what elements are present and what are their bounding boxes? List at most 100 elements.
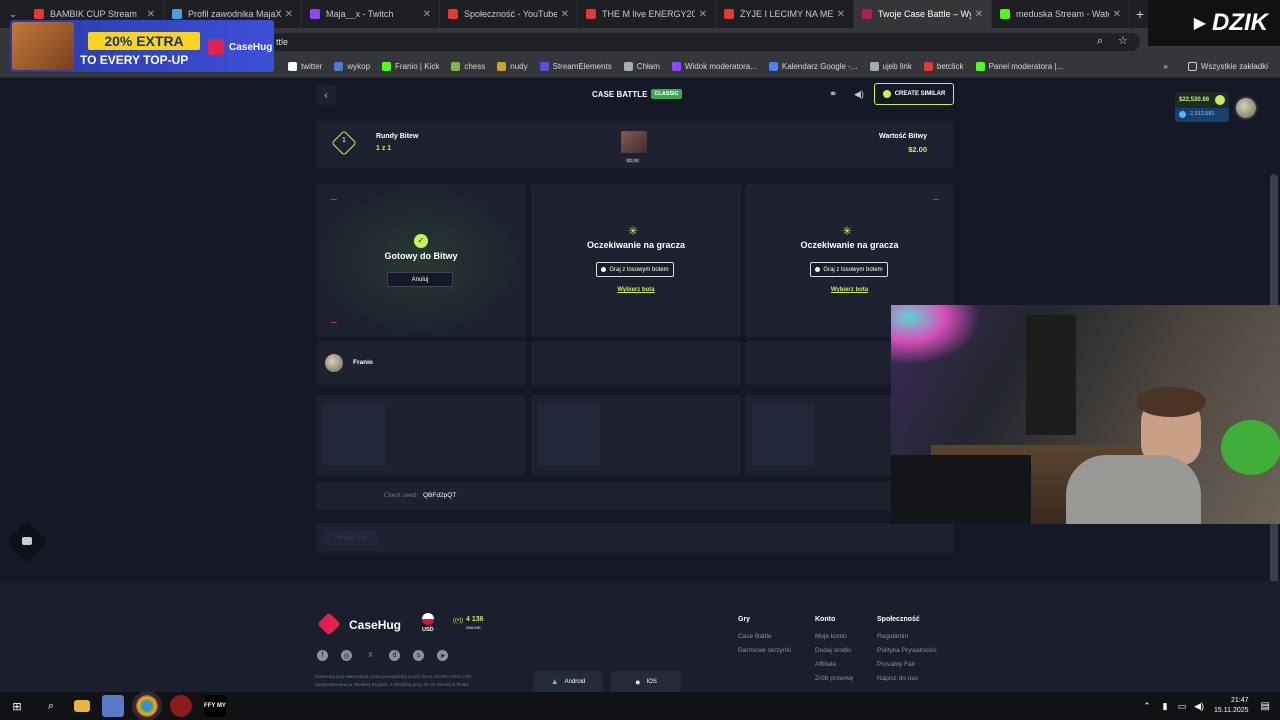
all-bookmarks[interactable]: Wszystkie zakładki [1187,62,1268,71]
footer-link[interactable]: Regulamin [877,633,957,640]
mode-badge: CLASSIC [651,89,682,99]
bookmarks-overflow-icon[interactable]: » [1163,62,1167,71]
browser-tab[interactable]: Społeczność - YouTube Studio ✕ [440,0,578,28]
tab-title: Twoje Case Battle – Wygr [878,9,971,19]
balance-value: $22,530.86 [1179,97,1210,103]
tab-close-icon[interactable]: ✕ [285,9,293,20]
windows-start-icon[interactable]: ⊞ [6,695,28,717]
choose-bot-link[interactable]: Wybierz bota [531,287,741,293]
bookmark-item[interactable]: Chłam [623,62,660,71]
usb-icon[interactable]: ▮ [1163,701,1168,712]
battle-value-label: Wartość Bitwy [879,133,927,140]
tab-close-icon[interactable]: ✕ [423,9,431,20]
footer-link[interactable]: Zrób przerwę [815,675,877,682]
obs-icon[interactable] [170,695,192,717]
currency[interactable]: USD [422,627,434,633]
tab-close-icon[interactable]: ✕ [699,9,707,20]
network-icon[interactable]: ▭ [1178,701,1187,712]
case-price: $2.00 [625,158,641,163]
tab-title: THE M live ENERGY2000 [602,9,695,19]
android-button[interactable]: ▲ Android [533,671,603,692]
ad-brand: CaseHug [229,42,273,53]
coins-row: 2,312,581 [1175,108,1229,122]
footer-col-community: Społeczność Regulamin Polityka Prywatnoś… [877,616,957,682]
ios-button[interactable]: ● IOS [611,671,681,692]
add-funds-icon[interactable] [1215,95,1225,105]
cancel-button[interactable]: Anuluj [387,272,453,287]
footer-link[interactable]: Dodaj środki [815,647,877,654]
bookmark-item[interactable]: Kalendarz Google -... [768,62,858,71]
footer-link[interactable]: Moje konto [815,633,877,640]
bookmark-favicon-icon [451,62,461,71]
tab-title: ŻYJE I LECIMY NA MEGA [740,9,833,19]
volume-icon[interactable]: ◀) [1194,701,1204,712]
chrome-icon[interactable] [136,695,158,717]
random-bot-button[interactable]: Graj z losowym botem [596,262,674,277]
bookmark-item[interactable]: wykop [334,62,370,71]
tab-close-icon[interactable]: ✕ [837,9,845,20]
bookmark-label: Chłam [636,62,660,71]
bookmark-item[interactable]: nudy [497,62,528,71]
create-similar-button[interactable]: CREATE SIMILAR [874,83,954,105]
link-icon[interactable]: ⚭ [829,89,837,100]
tray-chevron-icon[interactable]: ⌃ [1143,701,1151,712]
clock[interactable]: 21:47 15.11.2025 [1214,696,1249,716]
zoom-icon[interactable]: ⌕ [1097,35,1103,48]
discord-icon[interactable]: d [389,650,400,661]
bookmark-item[interactable]: ujeb link [869,62,912,71]
footer-link[interactable]: Darmowe skrzynki [738,647,815,654]
file-explorer-icon[interactable] [74,700,90,712]
url-field[interactable]: ttle [270,33,1140,51]
notification-icon[interactable]: ▤ [1261,701,1270,712]
bookmark-item[interactable]: StreamElements [539,62,612,71]
search-icon[interactable]: ⌕ [40,695,62,717]
sound-icon[interactable]: ◀) [854,89,864,100]
back-button[interactable]: ‹ [316,85,336,105]
player-avatar[interactable] [325,354,343,372]
tab-close-icon[interactable]: ✕ [1113,9,1121,20]
telegram-icon[interactable]: ➤ [437,650,448,661]
x-icon[interactable]: X [365,650,376,661]
balance-box[interactable]: $22,530.86 2,312,581 [1175,92,1229,122]
footer-link[interactable]: Affiliate [815,661,877,668]
footer-link[interactable]: Provably Fair [877,661,957,668]
bookmark-item[interactable]: betclick [923,62,964,71]
random-bot-label: Graj z losowym botem [609,266,669,273]
tab-close-icon[interactable]: ✕ [561,9,569,20]
footer-link[interactable]: Case Battle [738,633,815,640]
poland-flag-icon[interactable] [422,613,434,625]
bookmark-item[interactable]: twitter [288,62,322,71]
random-bot-button[interactable]: Graj z losowym botem [810,262,888,277]
case-thumbnail[interactable] [621,131,647,153]
red-marker [933,199,939,200]
browser-tab[interactable]: Maja__x - Twitch ✕ [302,0,440,28]
pinned-app[interactable]: FFY MY [204,695,226,717]
footer-link[interactable]: Napisz do nas [877,675,957,682]
client-seed-value[interactable]: QBFd2pQT [423,492,456,499]
bookmark-item[interactable]: Widok moderatora... [671,62,757,71]
browser-tab[interactable]: ŻYJE I LECIMY NA MEGA ✕ [716,0,854,28]
app-icon[interactable] [102,695,124,717]
new-tab-button[interactable]: + [1130,6,1150,22]
browser-tab[interactable]: Twoje Case Battle – Wygr ✕ [854,0,992,28]
provably-fair-button[interactable]: Provably Fair [324,530,378,546]
instagram-icon[interactable]: ◎ [341,650,352,661]
steam-icon[interactable]: s [413,650,424,661]
bookmark-item[interactable]: chess [451,62,485,71]
browser-tab[interactable]: THE M live ENERGY2000 ✕ [578,0,716,28]
player-row-2 [531,341,741,385]
footer-link[interactable]: Polityka Prywatności [877,647,957,654]
tab-close-icon[interactable]: ✕ [147,9,155,20]
browser-tab[interactable]: meduska Stream - Watch ✕ [992,0,1130,28]
bookmark-favicon-icon [768,62,778,71]
user-avatar[interactable] [1234,96,1258,120]
bookmark-item[interactable]: Franio | Kick [382,62,439,71]
tab-close-icon[interactable]: ✕ [975,9,983,20]
room-desk [891,455,1031,524]
loading-spinner-icon: ✳ [842,224,853,238]
choose-bot-link[interactable]: Wybierz bota [745,287,954,293]
facebook-icon[interactable]: f [317,650,328,661]
bookmark-star-icon[interactable]: ☆ [1118,34,1128,47]
bookmark-item[interactable]: Panel moderatora |... [975,62,1063,71]
streamer-body [1066,455,1201,524]
